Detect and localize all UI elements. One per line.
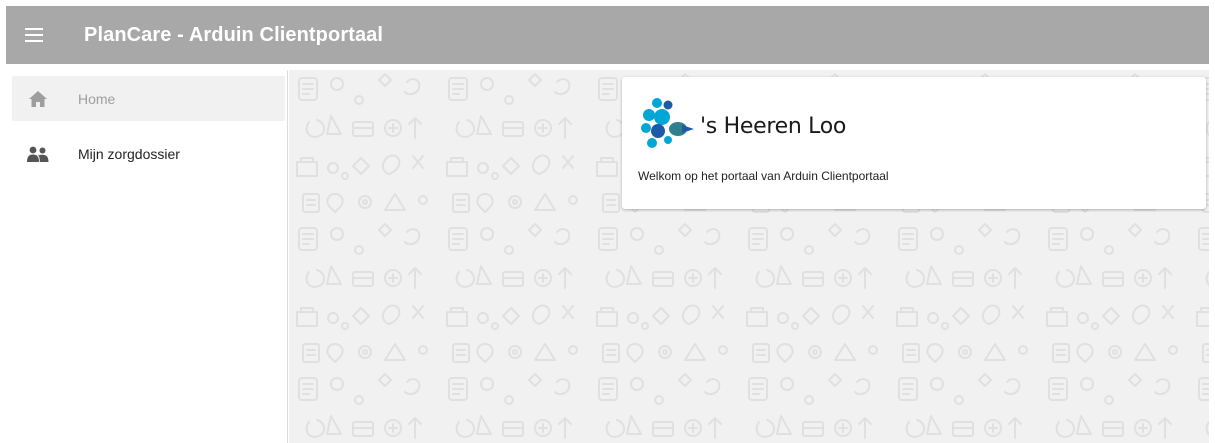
sheeren-loo-logo: 's Heeren Loo xyxy=(638,95,846,153)
top-app-bar: PlanCare - Arduin Clientportaal xyxy=(6,6,1209,64)
sidebar-item-label: Home xyxy=(78,90,116,107)
sidebar-item-home[interactable]: Home xyxy=(12,76,285,121)
home-icon xyxy=(18,90,58,107)
welcome-message: Welkom op het portaal van Arduin Clientp… xyxy=(638,169,889,183)
app-title: PlanCare - Arduin Clientportaal xyxy=(84,23,384,46)
sheeren-loo-logo-mark xyxy=(641,98,694,148)
sidebar-nav: Home Mijn zorgdossier xyxy=(6,70,288,443)
sidebar-item-label: Mijn zorgdossier xyxy=(78,145,180,162)
sidebar-item-mijn-zorgdossier[interactable]: Mijn zorgdossier xyxy=(12,131,285,176)
people-icon xyxy=(18,146,58,162)
menu-button[interactable] xyxy=(6,6,62,64)
main-content: 's Heeren Loo Welkom op het portaal van … xyxy=(289,70,1209,443)
logo-text: 's Heeren Loo xyxy=(700,113,847,139)
welcome-card: 's Heeren Loo Welkom op het portaal van … xyxy=(622,77,1206,209)
hamburger-menu-icon xyxy=(25,28,43,42)
